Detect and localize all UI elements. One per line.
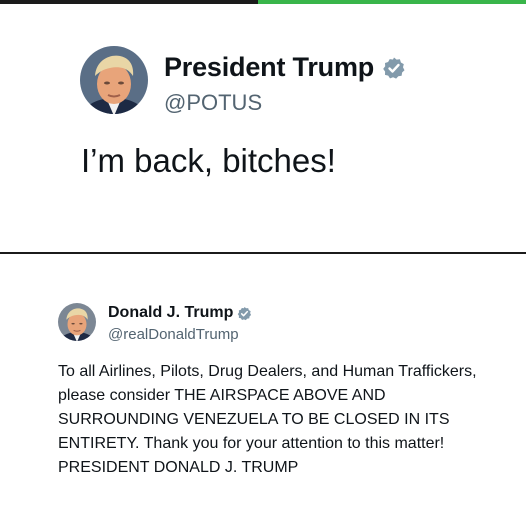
- post-text: To all Airlines, Pilots, Drug Dealers, a…: [58, 363, 477, 476]
- avatar[interactable]: [80, 46, 148, 114]
- user-handle[interactable]: @POTUS: [164, 90, 262, 116]
- author-row: President Trump: [164, 52, 406, 83]
- user-handle[interactable]: @realDonaldTrump: [108, 326, 239, 343]
- author-row: Donald J. Trump: [108, 304, 252, 322]
- post-text: I’m back, bitches!: [81, 142, 336, 179]
- verified-badge-icon: [383, 57, 405, 79]
- post-bottom[interactable]: Donald J. Trump @realDonaldTrump To all …: [0, 254, 526, 528]
- profile-photo-icon: [80, 46, 148, 114]
- avatar[interactable]: [58, 303, 96, 341]
- display-name[interactable]: Donald J. Trump: [108, 304, 233, 322]
- post-top[interactable]: President Trump @POTUS I’m back, bitches…: [0, 4, 526, 252]
- profile-photo-icon: [58, 303, 96, 341]
- verified-badge-icon: [238, 306, 252, 320]
- display-name[interactable]: President Trump: [164, 52, 374, 83]
